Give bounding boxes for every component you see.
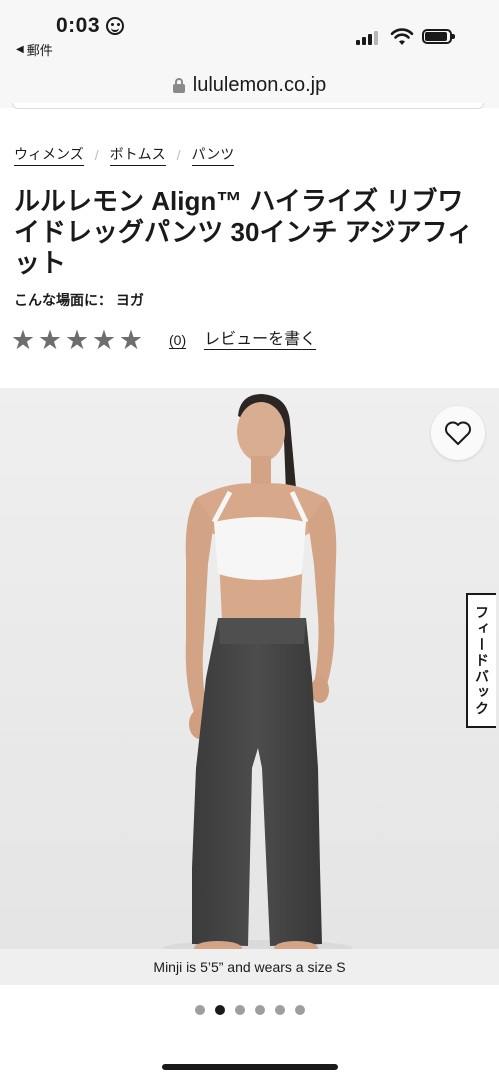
carousel-dot[interactable] [294, 1005, 305, 1015]
model-photo [0, 388, 499, 985]
feedback-tab[interactable]: フィードバック [466, 593, 496, 728]
review-count-link[interactable]: (0) [169, 332, 187, 349]
product-title: ルルレモン Align™ ハイライズ リブワイドレッグパンツ 30インチ アジア… [14, 186, 474, 278]
cellular-signal-icon [356, 31, 380, 45]
star-icon: ★ [10, 325, 36, 355]
status-bar: 0:03 ◀ 郵件 [0, 0, 499, 62]
home-indicator[interactable] [162, 1064, 338, 1070]
carousel-dot[interactable] [194, 1005, 205, 1015]
product-image[interactable]: フィードバック Minji is 5’5” and wears a size S [0, 388, 499, 985]
carousel-dot[interactable] [234, 1005, 245, 1015]
lock-icon [172, 77, 185, 93]
carousel-dot[interactable] [274, 1005, 285, 1015]
breadcrumb-separator: / [176, 147, 181, 163]
star-icon: ★ [91, 325, 117, 355]
star-icon: ★ [64, 325, 90, 355]
star-icon: ★ [118, 325, 144, 355]
status-time: 0:03 [56, 14, 101, 37]
write-review-link[interactable]: レビューを書く [204, 330, 317, 350]
model-caption: Minji is 5’5” and wears a size S [0, 949, 499, 985]
back-to-app-button[interactable]: ◀ 郵件 [16, 40, 53, 59]
address-bar[interactable]: lululemon.co.jp [0, 62, 499, 108]
breadcrumb-pants[interactable]: パンツ [191, 144, 235, 166]
breadcrumb-womens[interactable]: ウィメンズ [14, 144, 84, 166]
heart-icon [445, 421, 471, 445]
breadcrumb: ウィメンズ / ボトムス / パンツ [14, 144, 235, 166]
product-activity: こんな場面に： ヨガ [14, 292, 144, 308]
back-app-label: 郵件 [26, 43, 53, 58]
back-triangle-icon: ◀ [16, 44, 24, 55]
battery-icon [422, 29, 455, 44]
star-rating: ★ ★ ★ ★ ★ [10, 325, 144, 355]
breadcrumb-bottoms[interactable]: ボトムス [109, 144, 166, 166]
add-to-wishlist-button[interactable] [431, 406, 485, 460]
carousel-dot[interactable] [214, 1005, 225, 1015]
page-header-edge [12, 103, 484, 109]
smiley-icon [106, 17, 124, 35]
breadcrumb-separator: / [94, 147, 99, 163]
star-icon: ★ [37, 325, 63, 355]
feedback-label: フィードバック [474, 604, 490, 717]
carousel-dot[interactable] [254, 1005, 265, 1015]
url-text: lululemon.co.jp [192, 73, 327, 96]
carousel-pagination [0, 1005, 499, 1015]
wifi-icon [390, 28, 414, 45]
rating-row: ★ ★ ★ ★ ★ (0) レビューを書く [10, 325, 317, 355]
